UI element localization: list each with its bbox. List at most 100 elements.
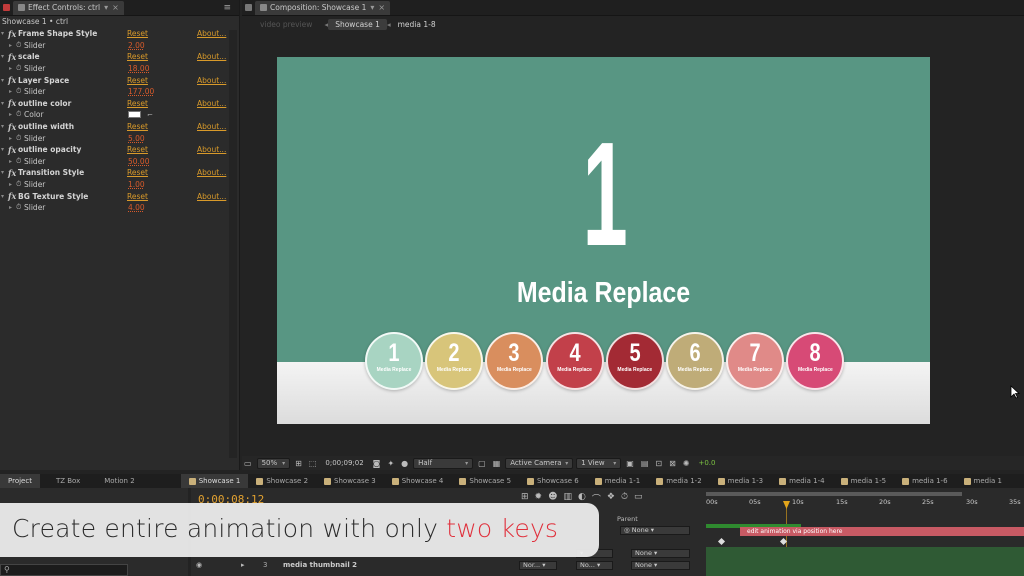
mode-select[interactable]: Nor... ▾ [519, 561, 557, 570]
twirl-right-icon[interactable]: ▸ [0, 158, 12, 165]
tab-project[interactable]: Project [0, 474, 40, 488]
stopwatch-icon[interactable]: ⏱ [16, 157, 24, 166]
effect-parameter[interactable]: ▸ ⏱ Slider 18.00 [0, 63, 228, 75]
twirl-right-icon[interactable]: ▸ [0, 204, 12, 211]
eye-icon[interactable]: ◉ [196, 561, 202, 569]
stopwatch-icon[interactable]: ⏱ [621, 492, 628, 505]
effect-header[interactable]: ▾ fx outline color Reset About... [0, 98, 228, 110]
stopwatch-icon[interactable]: ⏱ [16, 180, 24, 189]
eyedropper-icon[interactable]: ⌐ [147, 111, 153, 119]
about-link[interactable]: About... [197, 29, 226, 38]
fx-icon[interactable]: fx [8, 75, 18, 85]
fx-icon[interactable]: fx [8, 52, 18, 62]
color-swatch[interactable] [128, 111, 141, 119]
twirl-right-icon[interactable]: ▸ [0, 42, 12, 49]
panel-menu-icon[interactable]: ≡ [223, 3, 231, 13]
fit-icon[interactable]: ⊞ [293, 458, 304, 469]
fx-icon[interactable]: fx [8, 145, 18, 155]
tab-comp[interactable]: media 1-2 [648, 474, 709, 488]
view-layout-select[interactable]: 1 View ▾ [576, 457, 622, 469]
effect-parameter[interactable]: ▸ ⏱ Slider 4.00 [0, 202, 228, 214]
tab-tz-box[interactable]: TZ Box [40, 474, 88, 488]
effect-controls-scrollbar[interactable] [229, 30, 237, 458]
twirl-down-icon[interactable]: ▾ [0, 77, 8, 84]
effect-header[interactable]: ▾ fx outline opacity Reset About... [0, 144, 228, 156]
tab-comp[interactable]: Showcase 2 [248, 474, 316, 488]
tab-comp[interactable]: media 1-1 [587, 474, 648, 488]
keyframe[interactable] [717, 537, 726, 546]
fast-previews-icon[interactable]: ▤ [639, 458, 651, 469]
close-icon[interactable]: × [378, 3, 385, 12]
tab-comp[interactable]: media 1-6 [894, 474, 955, 488]
show-snapshot-icon[interactable]: ✦ [385, 458, 396, 469]
parent-select[interactable]: None ▾ [631, 561, 690, 570]
twirl-down-icon[interactable]: ▾ [0, 30, 8, 37]
about-link[interactable]: About... [197, 76, 226, 85]
twirl-right-icon[interactable]: ▸ [0, 88, 12, 95]
parent-select[interactable]: None ▾ [631, 549, 690, 558]
effect-parameter[interactable]: ▸ ⏱ Color ⌐ [0, 109, 228, 121]
tab-comp[interactable]: Showcase 6 [519, 474, 587, 488]
flowchart-icon[interactable]: ⊠ [667, 458, 678, 469]
tab-motion-2[interactable]: Motion 2 [88, 474, 180, 488]
reset-link[interactable]: Reset [127, 52, 148, 61]
fx-icon[interactable]: fx [8, 191, 18, 201]
layer-name[interactable]: media thumbnail 2 [283, 561, 357, 569]
graph-editor-icon[interactable]: ⌒ [592, 492, 601, 505]
parameter-value[interactable]: 4.00 [128, 203, 145, 212]
tab-comp[interactable]: media 1 [956, 474, 1010, 488]
tab-comp[interactable]: Showcase 1 [180, 474, 249, 488]
stopwatch-icon[interactable]: ⏱ [16, 87, 24, 96]
tab-comp[interactable]: media 1-3 [710, 474, 771, 488]
parameter-value[interactable]: 177.00 [128, 87, 154, 96]
effect-parameter[interactable]: ▸ ⏱ Slider 1.00 [0, 179, 228, 191]
twirl-right-icon[interactable]: ▸ [0, 111, 12, 118]
reset-link[interactable]: Reset [127, 99, 148, 108]
about-link[interactable]: About... [197, 168, 226, 177]
reset-link[interactable]: Reset [127, 192, 148, 201]
composition-canvas[interactable]: 1 Media Replace 1 Media Replace 2 Media Rep… [277, 57, 930, 424]
effect-parameter[interactable]: ▸ ⏱ Slider 5.00 [0, 132, 228, 144]
stopwatch-icon[interactable]: ⏱ [16, 134, 24, 143]
timeline-icon[interactable]: ⊡ [653, 458, 664, 469]
render-icon[interactable]: ▭ [634, 492, 643, 505]
chevron-down-icon[interactable]: ▾ [370, 3, 374, 12]
stopwatch-icon[interactable]: ⏱ [16, 203, 24, 212]
tab-composition[interactable]: Composition: Showcase 1 ▾ × [255, 0, 391, 15]
twirl-right-icon[interactable]: ▸ [0, 135, 12, 142]
twirl-down-icon[interactable]: ▾ [0, 169, 8, 176]
chevron-down-icon[interactable]: ▾ [104, 3, 108, 12]
stopwatch-icon[interactable]: ⏱ [16, 41, 24, 50]
effect-parameter[interactable]: ▸ ⏱ Slider 50.00 [0, 156, 228, 168]
fx-icon[interactable]: fx [8, 168, 18, 178]
effect-parameter[interactable]: ▸ ⏱ Slider 177.00 [0, 86, 228, 98]
tab-comp[interactable]: Showcase 5 [451, 474, 519, 488]
parameter-value[interactable]: 2.00 [128, 41, 145, 50]
twirl-right-icon[interactable]: ▸ [0, 65, 12, 72]
about-link[interactable]: About... [197, 99, 226, 108]
tab-comp[interactable]: media 1-4 [771, 474, 832, 488]
twirl-right-icon[interactable]: ▸ [0, 181, 12, 188]
about-link[interactable]: About... [197, 192, 226, 201]
region-of-interest-icon[interactable]: ▢ [476, 458, 488, 469]
parameter-value[interactable]: 50.00 [128, 157, 149, 166]
reset-link[interactable]: Reset [127, 145, 148, 154]
panel-close-icon[interactable] [0, 1, 13, 15]
about-link[interactable]: About... [197, 145, 226, 154]
camera-snapshot-icon[interactable]: ◙ [371, 458, 383, 469]
zoom-select[interactable]: 50% ▾ [256, 457, 291, 469]
effect-header[interactable]: ▾ fx outline width Reset About... [0, 121, 228, 133]
project-search-input[interactable]: ⚲ [0, 564, 128, 576]
pixel-aspect-icon[interactable]: ▣ [624, 458, 636, 469]
exposure-value[interactable]: +0.0 [694, 458, 719, 469]
tab-effect-controls[interactable]: Effect Controls: ctrl ▾ × [13, 0, 124, 15]
color-channel-icon[interactable]: ● [399, 458, 410, 469]
effect-header[interactable]: ▾ fx BG Texture Style Reset About... [0, 190, 228, 202]
about-link[interactable]: About... [197, 122, 226, 131]
reset-exposure-icon[interactable]: ✺ [681, 458, 692, 469]
reset-link[interactable]: Reset [127, 122, 148, 131]
always-preview-icon[interactable]: ▭ [242, 458, 254, 469]
time-ruler[interactable]: 00s 05s 10s 15s 20s 25s 30s 35s [706, 496, 1024, 512]
transparency-grid-icon[interactable]: ▦ [491, 458, 503, 469]
twirl-down-icon[interactable]: ▾ [0, 100, 8, 107]
